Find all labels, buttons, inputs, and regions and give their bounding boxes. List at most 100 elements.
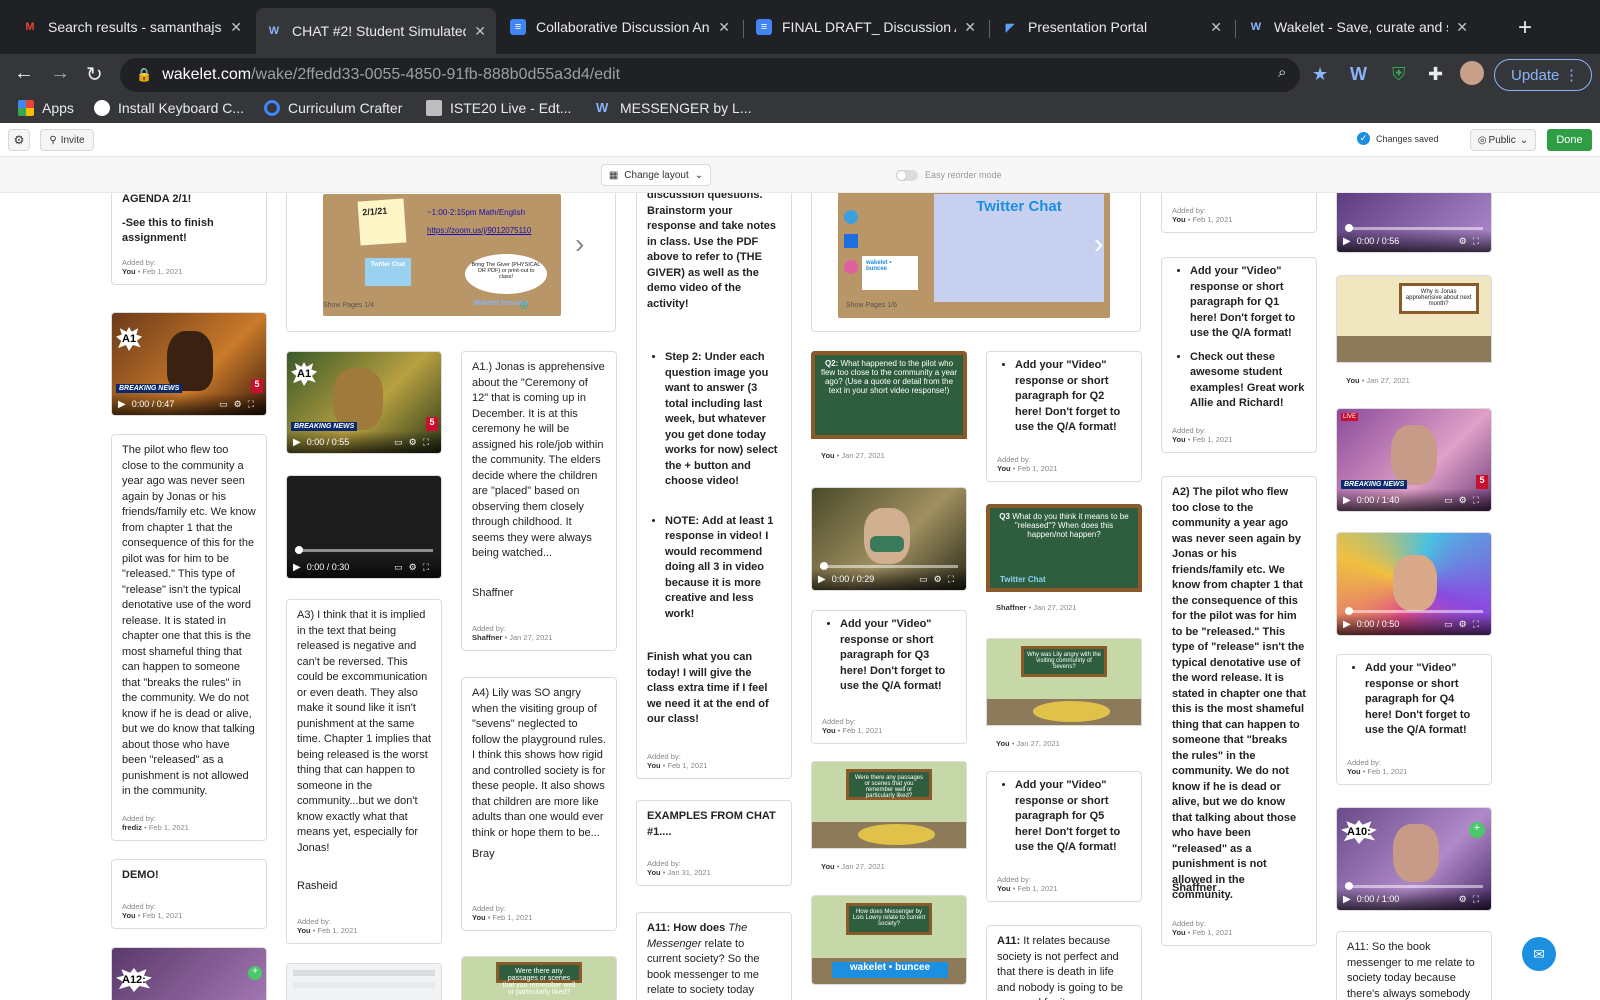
answer-card[interactable]: A1.) Jonas is apprehensive about the "Ce… <box>461 351 617 651</box>
tab-docs-collab[interactable]: ≡ Collaborative Discussion Ana ✕ <box>500 10 740 44</box>
slides-card[interactable]: Twitter Chat wakelet • buncee › Show Pag… <box>811 193 1141 332</box>
add-icon[interactable]: + <box>1469 822 1485 838</box>
video-controls[interactable]: ▶ 0:00 / 0:56 ⚙⛶ <box>1337 230 1491 252</box>
answer-card[interactable]: A11: It relates because society is not p… <box>986 925 1142 1000</box>
bookmark-star-icon[interactable]: ★ <box>1312 64 1328 85</box>
zoom-icon[interactable]: ⊕ <box>519 298 529 312</box>
video-controls[interactable]: ▶ 0:00 / 0:47 ▭⚙⛶ <box>112 393 266 415</box>
play-icon[interactable]: ▶ <box>293 562 301 573</box>
question-card[interactable]: Q2: What happened to the pilot who flew … <box>811 351 967 468</box>
close-icon[interactable]: ✕ <box>964 19 976 36</box>
video-control-icons[interactable]: ▭⚙⛶ <box>219 399 260 410</box>
question-card[interactable]: Why is Jonas apprehensive about next mon… <box>1336 275 1492 393</box>
add-icon[interactable]: + <box>248 966 262 980</box>
extension-shield-icon[interactable]: ⛨ <box>1392 64 1406 85</box>
bookmark-keyboard[interactable]: Install Keyboard C... <box>94 100 244 116</box>
wakelet-extension-icon[interactable]: W <box>1350 64 1367 85</box>
invite-button[interactable]: ⚲ Invite <box>40 129 94 151</box>
done-button[interactable]: Done <box>1547 129 1592 151</box>
video-controls[interactable]: ▶ 0:00 / 0:30 ▭⚙⛶ <box>287 556 441 578</box>
close-icon[interactable]: ✕ <box>718 19 730 36</box>
play-icon[interactable]: ▶ <box>1343 894 1351 905</box>
video-card[interactable]: LIVE BREAKING NEWS 5 ▶ 0:00 / 1:40 ▭⚙⛶ <box>1336 408 1492 512</box>
video-control-icons[interactable]: ⚙⛶ <box>1459 894 1485 905</box>
instructions-card[interactable]: discussion questions. Brainstorm your re… <box>636 193 792 779</box>
change-layout-button[interactable]: ▦ Change layout ⌄ <box>601 164 711 186</box>
image-card[interactable] <box>286 963 442 1000</box>
question-card[interactable]: Q3 What do you think it means to be "rel… <box>986 504 1142 620</box>
reload-icon[interactable]: ↻ <box>86 62 103 87</box>
forward-icon[interactable]: → <box>50 62 70 85</box>
play-icon[interactable]: ▶ <box>1343 495 1351 506</box>
more-vert-icon[interactable]: ⋮ <box>1564 66 1579 84</box>
question-card[interactable]: Why was Lily angry with the visiting com… <box>986 638 1142 756</box>
prompt-card[interactable]: Add your "Video" response or short parag… <box>811 610 967 744</box>
examples-card[interactable]: EXAMPLES FROM CHAT #1.... Added by: You •… <box>636 800 792 886</box>
video-controls[interactable]: ▶ 0:00 / 0:55 ▭⚙⛶ <box>287 431 441 453</box>
close-icon[interactable]: ✕ <box>230 19 242 36</box>
video-control-icons[interactable]: ▭⚙⛶ <box>394 562 435 573</box>
video-controls[interactable]: ▶ 0:00 / 1:00 ⚙⛶ <box>1337 888 1491 910</box>
tab-docs-final[interactable]: ≡ FINAL DRAFT_ Discussion An ✕ <box>746 10 986 44</box>
video-controls[interactable]: ▶ 0:00 / 0:29 ▭⚙⛶ <box>812 568 966 590</box>
video-control-icons[interactable]: ▭⚙⛶ <box>1444 619 1485 630</box>
video-card[interactable]: A1 BREAKING NEWS 5 ▶ 0:00 / 0:55 ▭⚙⛶ <box>286 351 442 454</box>
tab-presentation-portal[interactable]: ◤ Presentation Portal ✕ <box>992 10 1232 44</box>
answer-card[interactable]: A2) The pilot who flew too close to the … <box>1161 476 1317 946</box>
video-control-icons[interactable]: ▭⚙⛶ <box>919 574 960 585</box>
answer-card[interactable]: A11: How does The Messenger relate to cu… <box>636 912 792 1000</box>
answer-card[interactable]: A3) I think that it is implied in the te… <box>286 599 442 944</box>
bookmark-iste[interactable]: ISTE20 Live - Edt... <box>426 100 571 116</box>
question-card[interactable]: How does Messenger by Lois Lowry relate … <box>811 895 967 985</box>
tab-wakelet-chat[interactable]: W CHAT #2! Student Simulated ✕ <box>256 8 496 54</box>
settings-gear-icon[interactable]: ⚙ <box>8 129 30 151</box>
video-card[interactable]: ▶ 0:00 / 0:56 ⚙⛶ <box>1336 193 1492 253</box>
update-button[interactable]: Update ⋮ <box>1494 59 1592 91</box>
video-card[interactable]: A1 BREAKING NEWS 5 ▶ 0:00 / 0:47 ▭⚙⛶ <box>111 312 267 416</box>
play-icon[interactable]: ▶ <box>1343 236 1351 247</box>
video-card[interactable]: ▶ 0:00 / 0:30 ▭⚙⛶ <box>286 475 442 579</box>
video-control-icons[interactable]: ⚙⛶ <box>1459 236 1485 247</box>
video-progress[interactable] <box>295 546 433 554</box>
close-icon[interactable]: ✕ <box>1456 19 1468 36</box>
new-tab-icon[interactable]: + <box>1518 14 1532 42</box>
play-icon[interactable]: ▶ <box>1343 619 1351 630</box>
video-card[interactable]: A12: + <box>111 947 267 1000</box>
prompt-card[interactable]: Add your "Video" response or short parag… <box>986 771 1142 902</box>
answer-card[interactable]: A4) Lily was SO angry when the visiting … <box>461 677 617 931</box>
play-icon[interactable]: ▶ <box>818 574 826 585</box>
close-icon[interactable]: ✕ <box>1210 19 1222 36</box>
video-control-icons[interactable]: ▭⚙⛶ <box>394 437 435 448</box>
bookmark-messenger[interactable]: W MESSENGER by L... <box>596 100 751 116</box>
answer-card[interactable]: The pilot who flew too close to the comm… <box>111 434 267 841</box>
slide-pager[interactable]: Show Pages 1/6 <box>846 302 897 309</box>
play-icon[interactable]: ▶ <box>293 437 301 448</box>
next-slide-icon[interactable]: › <box>575 228 584 260</box>
video-card[interactable]: ▶ 0:00 / 0:29 ▭⚙⛶ <box>811 487 967 591</box>
bookmark-apps[interactable]: Apps <box>18 100 74 116</box>
close-icon[interactable]: ✕ <box>474 23 486 40</box>
tab-gmail[interactable]: M Search results - samanthajsh ✕ <box>12 10 252 44</box>
question-card[interactable]: Were there any passages or scenes that y… <box>461 956 617 1000</box>
bookmark-curriculum[interactable]: Curriculum Crafter <box>264 100 402 116</box>
visibility-dropdown[interactable]: ◎ Public ⌄ <box>1470 129 1536 151</box>
video-card[interactable]: A10: + ▶ 0:00 / 1:00 ⚙⛶ <box>1336 807 1492 911</box>
card-footer[interactable]: Added by: You • Feb 1, 2021 <box>1161 193 1317 233</box>
answer-card[interactable]: A11: So the book messenger to me relate … <box>1336 931 1492 1000</box>
agenda-card[interactable]: AGENDA 2/1! -See this to finish assignmen… <box>111 193 267 285</box>
play-icon[interactable]: ▶ <box>118 399 126 410</box>
prompt-card[interactable]: Add your "Video" response or short parag… <box>986 351 1142 482</box>
slides-card[interactable]: 2/1/21 ~1:00-2:15pm Math/English https:/… <box>286 193 616 332</box>
question-card[interactable]: Were there any passages or scenes that y… <box>811 761 967 879</box>
back-icon[interactable]: ← <box>14 62 34 85</box>
video-control-icons[interactable]: ▭⚙⛶ <box>1444 495 1485 506</box>
address-bar[interactable]: 🔒 wakelet.com/wake/2ffedd33-0055-4850-91… <box>120 58 1300 92</box>
prompt-card[interactable]: Add your "Video" response or short parag… <box>1336 654 1492 785</box>
next-slide-icon[interactable]: › <box>1094 228 1103 260</box>
prompt-card[interactable]: Add your "Video" response or short parag… <box>1161 257 1317 453</box>
chat-support-icon[interactable]: ✉ <box>1522 937 1556 971</box>
slide-pager[interactable]: Show Pages 1/4 <box>323 302 374 309</box>
extensions-puzzle-icon[interactable]: ✚ <box>1428 64 1443 85</box>
video-card[interactable]: ▶ 0:00 / 0:50 ▭⚙⛶ <box>1336 532 1492 636</box>
reorder-toggle[interactable] <box>896 170 918 181</box>
